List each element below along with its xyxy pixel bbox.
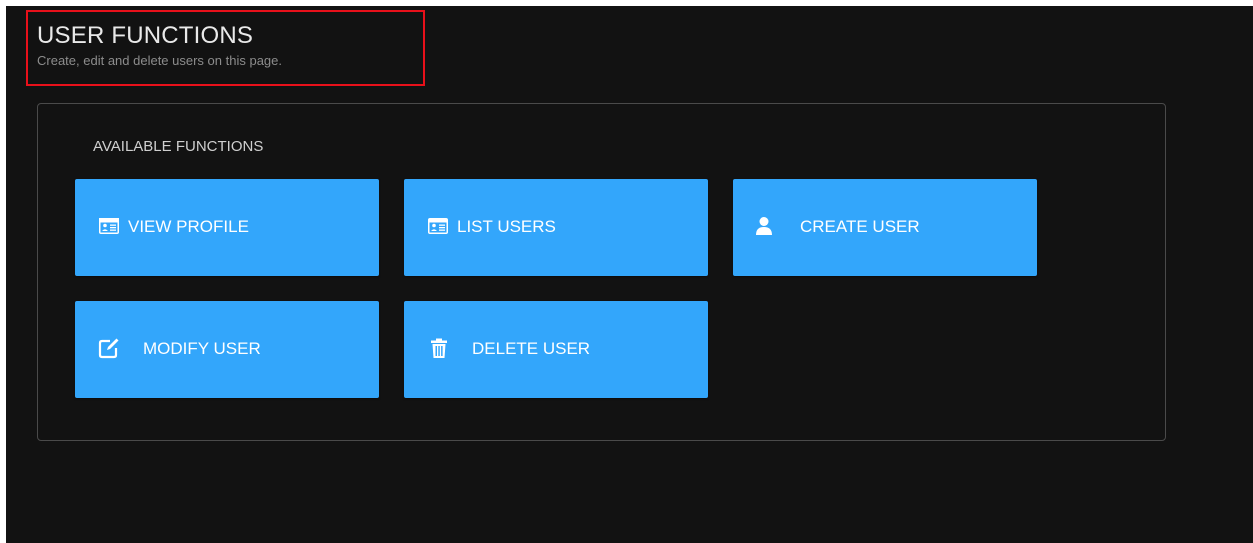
create-user-button[interactable]: CREATE USER xyxy=(733,179,1037,276)
page-title: USER FUNCTIONS xyxy=(37,22,254,49)
user-icon xyxy=(753,215,775,237)
id-card-icon xyxy=(427,215,449,237)
edit-icon xyxy=(98,337,120,359)
modify-user-button[interactable]: MODIFY USER xyxy=(75,301,379,398)
modify-user-label: MODIFY USER xyxy=(143,339,261,358)
page-subtitle: Create, edit and delete users on this pa… xyxy=(37,53,282,68)
delete-user-label: DELETE USER xyxy=(472,339,591,358)
section-heading: AVAILABLE FUNCTIONS xyxy=(93,138,264,155)
view-profile-label: VIEW PROFILE xyxy=(128,217,249,236)
create-user-label: CREATE USER xyxy=(800,217,920,236)
id-card-icon xyxy=(98,215,120,237)
view-profile-button[interactable]: VIEW PROFILE xyxy=(75,179,379,276)
user-functions-page: USER FUNCTIONS Create, edit and delete u… xyxy=(6,6,1253,543)
list-users-button[interactable]: LIST USERS xyxy=(404,179,708,276)
functions-panel: AVAILABLE FUNCTIONS VIEW PROFILE LIST US… xyxy=(37,103,1166,441)
trash-icon xyxy=(428,337,450,359)
list-users-label: LIST USERS xyxy=(457,217,556,236)
delete-user-button[interactable]: DELETE USER xyxy=(404,301,708,398)
